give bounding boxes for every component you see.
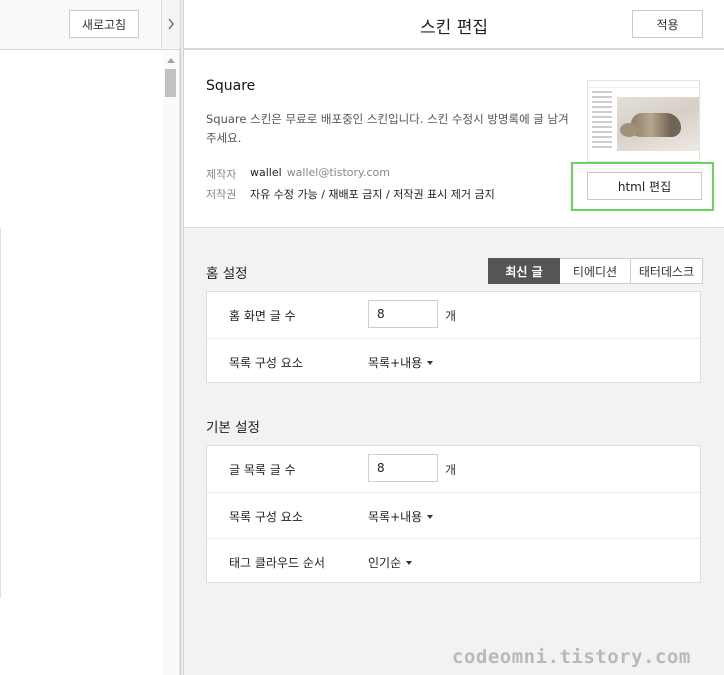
scroll-thumb[interactable] bbox=[165, 69, 176, 97]
skin-edit-pane: 스킨 편집 적용 Square Square 스킨은 무료로 배포중인 스킨입니… bbox=[184, 0, 724, 675]
panel-toggle-button[interactable] bbox=[161, 0, 180, 48]
list-config-label: 목록 구성 요소 bbox=[229, 510, 303, 524]
html-edit-button[interactable]: html 편집 bbox=[587, 172, 702, 200]
home-post-count-label: 홈 화면 글 수 bbox=[229, 309, 296, 323]
watermark-text: codeomni.tistory.com bbox=[452, 646, 691, 668]
tag-order-label: 태그 클라우드 순서 bbox=[229, 556, 325, 570]
caret-down-icon bbox=[427, 360, 434, 365]
list-config-select[interactable]: 목록+내용 bbox=[368, 508, 434, 525]
basic-settings-title: 기본 설정 bbox=[206, 420, 260, 436]
home-post-count-row: 홈 화면 글 수 개 bbox=[207, 292, 700, 338]
list-post-count-unit: 개 bbox=[445, 463, 457, 477]
tab-t-edition[interactable]: 티에디션 bbox=[560, 258, 631, 284]
list-config-value: 목록+내용 bbox=[368, 510, 423, 524]
scroll-up-arrow-icon[interactable] bbox=[167, 58, 175, 63]
home-list-config-value: 목록+내용 bbox=[368, 356, 423, 370]
tag-order-row: 태그 클라우드 순서 인기순 bbox=[207, 538, 700, 584]
home-list-config-label: 목록 구성 요소 bbox=[229, 356, 303, 370]
list-post-count-label: 글 목록 글 수 bbox=[229, 463, 296, 477]
copyright-row: 저작권 자유 수정 가능 / 재배포 금지 / 저작권 표시 제거 금지 bbox=[206, 186, 495, 202]
tab-latest-posts[interactable]: 최신 글 bbox=[488, 258, 560, 284]
home-list-config-select[interactable]: 목록+내용 bbox=[368, 354, 434, 371]
preview-content-edge bbox=[0, 228, 1, 598]
caret-down-icon bbox=[427, 514, 434, 519]
author-name: wallel bbox=[250, 166, 282, 179]
home-post-count-input[interactable] bbox=[368, 300, 438, 328]
author-email: wallel@tistory.com bbox=[286, 166, 390, 179]
skin-thumbnail bbox=[587, 80, 700, 162]
caret-down-icon bbox=[406, 560, 413, 565]
copyright-label: 저작권 bbox=[206, 188, 237, 201]
list-config-row: 목록 구성 요소 목록+내용 bbox=[207, 492, 700, 538]
preview-scrollbar[interactable] bbox=[163, 52, 178, 675]
basic-settings-card: 글 목록 글 수 개 목록 구성 요소 목록+내용 태그 클라우드 순서 인기순 bbox=[206, 445, 701, 583]
skin-name: Square bbox=[206, 78, 256, 94]
home-settings-card: 홈 화면 글 수 개 목록 구성 요소 목록+내용 bbox=[206, 291, 701, 383]
home-settings-title: 홈 설정 bbox=[206, 266, 248, 282]
preview-pane: 새로고침 bbox=[0, 0, 180, 675]
list-post-count-row: 글 목록 글 수 개 bbox=[207, 446, 700, 492]
tag-order-value: 인기순 bbox=[368, 556, 402, 570]
home-list-config-row: 목록 구성 요소 목록+내용 bbox=[207, 338, 700, 384]
tag-order-select[interactable]: 인기순 bbox=[368, 554, 413, 571]
tab-tatter-desk[interactable]: 태터데스크 bbox=[631, 258, 703, 284]
home-type-tabs: 최신 글 티에디션 태터데스크 bbox=[488, 258, 703, 284]
apply-button[interactable]: 적용 bbox=[632, 10, 703, 38]
author-label: 제작자 bbox=[206, 168, 237, 181]
preview-toolbar: 새로고침 bbox=[0, 0, 179, 50]
home-post-count-unit: 개 bbox=[445, 309, 457, 323]
skin-description: Square 스킨은 무료로 배포중인 스킨입니다. 스킨 수정시 방명록에 글… bbox=[206, 112, 569, 145]
chevron-right-icon bbox=[168, 18, 174, 30]
refresh-button[interactable]: 새로고침 bbox=[69, 10, 139, 38]
list-post-count-input[interactable] bbox=[368, 454, 438, 482]
author-row: 제작자 wallel wallel@tistory.com bbox=[206, 166, 390, 182]
copyright-value: 자유 수정 가능 / 재배포 금지 / 저작권 표시 제거 금지 bbox=[250, 188, 495, 201]
edit-header: 스킨 편집 적용 bbox=[184, 0, 724, 50]
